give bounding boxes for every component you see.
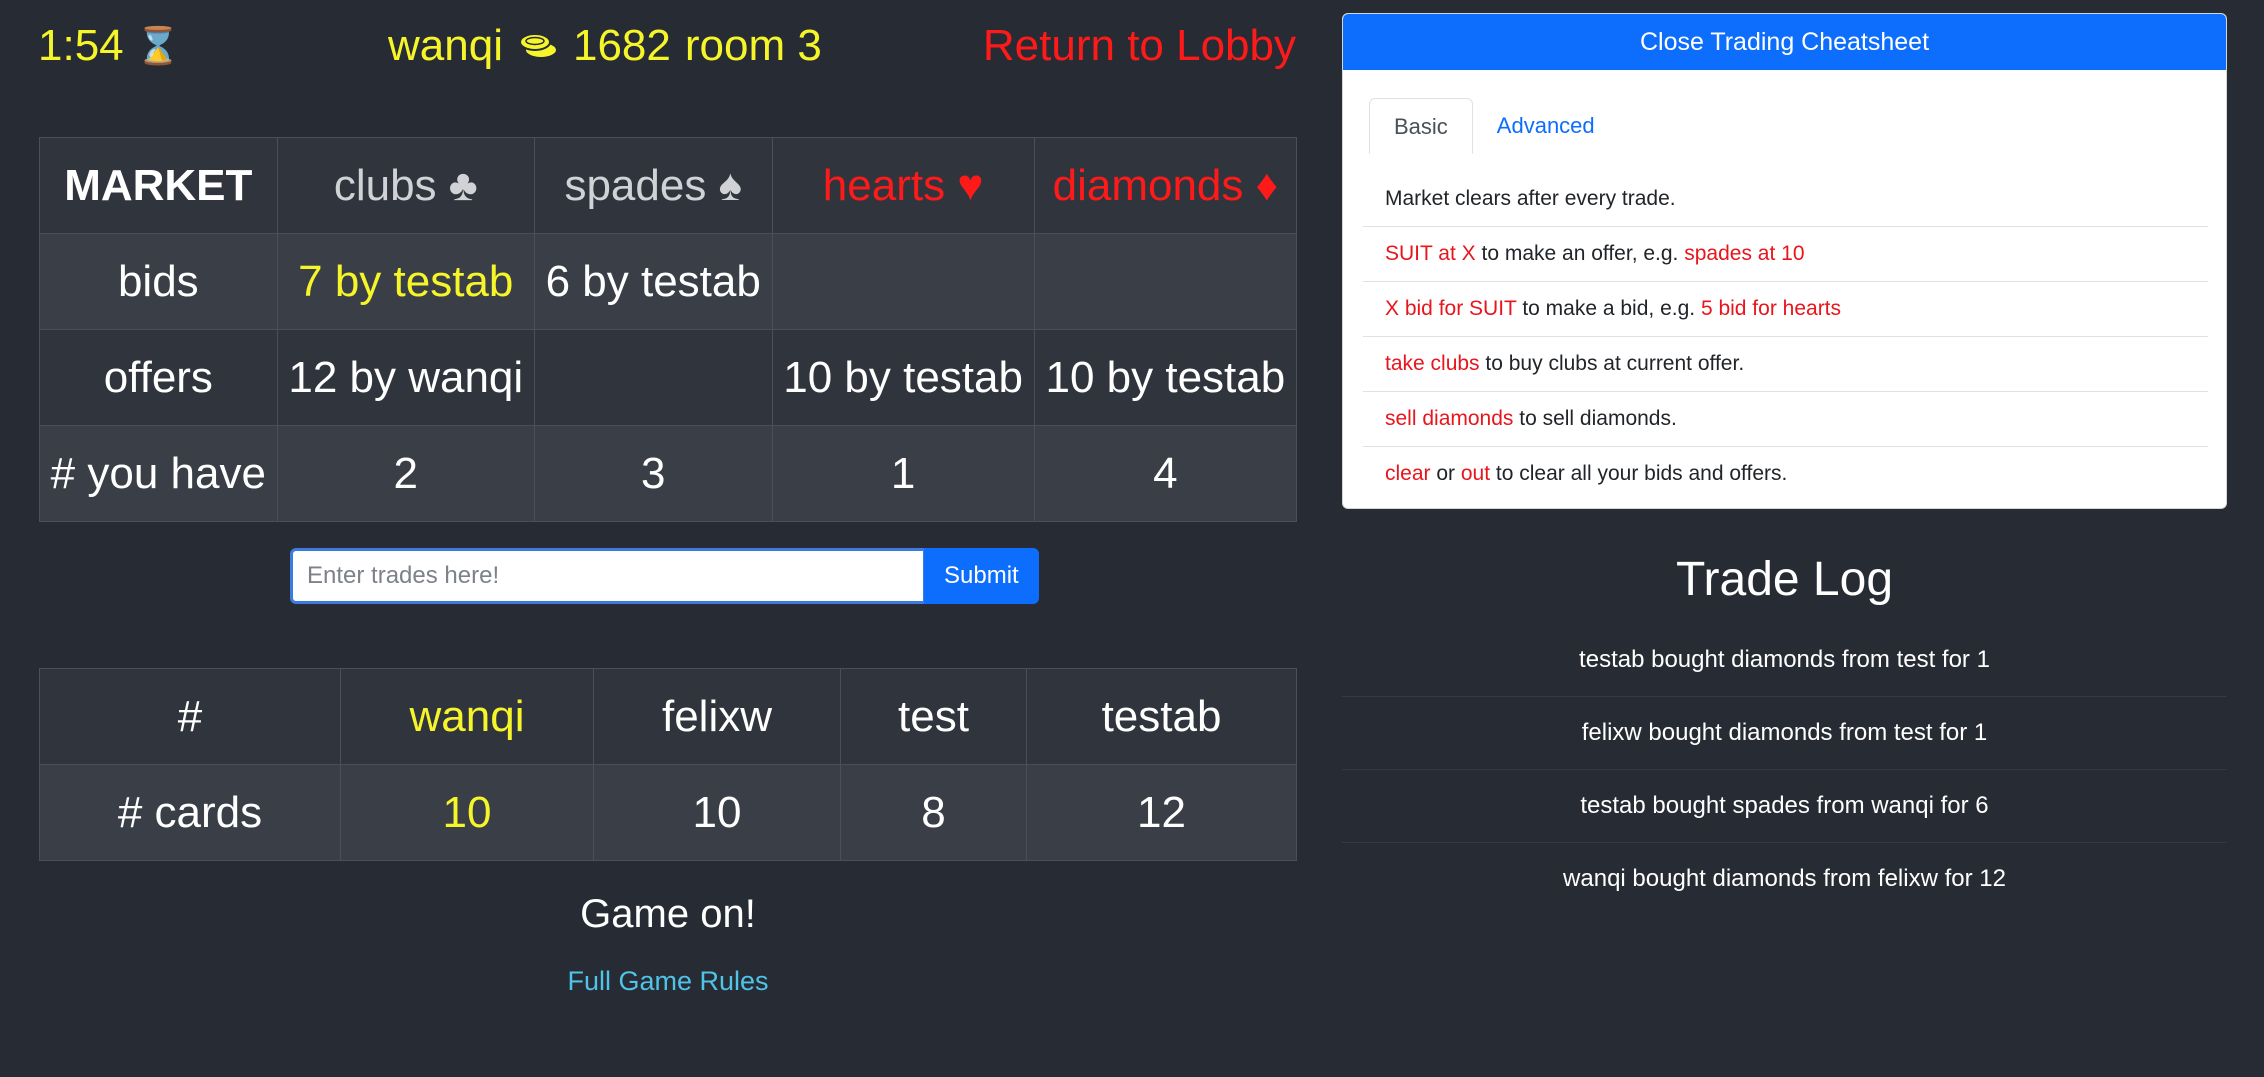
hourglass-icon: ⌛	[135, 25, 181, 66]
cards-row: # cards 10 10 8 12	[39, 764, 1297, 861]
holdings-row: # you have 2 3 1 4	[39, 425, 1298, 522]
trade-log-entry: wanqi bought diamonds from felixw for 12	[1563, 865, 2006, 892]
player-name: testab	[1026, 668, 1297, 765]
row-label: bids	[39, 233, 278, 330]
rule-example: 5 bid for hearts	[1700, 297, 1842, 320]
rule-item: SUIT at X to make an offer, e.g. spades …	[1363, 227, 2208, 282]
cheatsheet-rules: Market clears after every trade. SUIT at…	[1363, 172, 2208, 501]
players-table: # wanqi felixw test testab # cards 10 10…	[39, 668, 1297, 861]
suit-name: clubs	[333, 160, 437, 210]
row-label: offers	[39, 329, 278, 426]
suit-name: hearts	[822, 160, 946, 210]
clubs-icon: ♣	[448, 160, 478, 210]
offer-spades	[533, 329, 773, 426]
have-clubs: 2	[276, 425, 535, 522]
suit-header-clubs: clubs ♣	[276, 137, 535, 234]
suit-header-spades: spades ♠	[533, 137, 773, 234]
rule-keyword: X bid for SUIT	[1385, 297, 1517, 320]
submit-button[interactable]: Submit	[924, 548, 1039, 604]
rule-text: to make a bid, e.g.	[1516, 297, 1701, 320]
rule-item: take clubs to buy clubs at current offer…	[1363, 337, 2208, 392]
market-header-row: MARKET clubs ♣ spades ♠ hearts ♥ diamond…	[39, 137, 1298, 234]
offers-row: offers 12 by wanqi 10 by testab 10 by te…	[39, 329, 1298, 426]
trade-log-title: Trade Log	[1675, 553, 1894, 606]
cheatsheet-tabs: Basic Advanced	[1369, 98, 2206, 154]
market-corner-label: MARKET	[39, 137, 278, 234]
rule-keyword: out	[1460, 462, 1491, 485]
trade-log-entry: testab bought spades from wanqi for 6	[1342, 770, 2227, 843]
diamonds-icon: ♦	[1255, 160, 1279, 210]
timer: 1:54 ⌛	[38, 18, 180, 74]
spades-icon: ♠	[718, 160, 742, 210]
close-cheatsheet-button[interactable]: Close Trading Cheatsheet	[1343, 14, 2226, 70]
bid-clubs: 7 by testab	[276, 233, 535, 330]
have-diamonds: 4	[1033, 425, 1298, 522]
rule-keyword: sell diamonds	[1385, 407, 1514, 430]
trade-log-entry: felixw bought diamonds from test for 1	[1342, 697, 2227, 770]
suit-name: spades	[564, 160, 707, 210]
card-count: 10	[340, 764, 594, 861]
rule-item: clear or out to clear all your bids and …	[1363, 447, 2208, 501]
player-name: test	[840, 668, 1027, 765]
user-info: wanqi 1682 room 3	[388, 18, 822, 74]
room-label: room 3	[684, 21, 822, 70]
game-screen: 1:54 ⌛ wanqi 1682 room 3 Return to Lobby…	[0, 0, 2264, 1077]
players-corner-label: #	[39, 668, 341, 765]
rule-item: Market clears after every trade.	[1363, 172, 2208, 227]
offer-hearts: 10 by testab	[771, 329, 1035, 426]
suit-header-diamonds: diamonds ♦	[1033, 137, 1298, 234]
full-game-rules-link[interactable]: Full Game Rules	[39, 966, 1297, 997]
players-header-row: # wanqi felixw test testab	[39, 668, 1297, 765]
rule-keyword: SUIT at X	[1385, 242, 1476, 265]
bid-diamonds	[1033, 233, 1298, 330]
hearts-icon: ♥	[957, 160, 984, 210]
username: wanqi	[388, 21, 503, 70]
rule-text: to make an offer, e.g.	[1475, 242, 1685, 265]
rule-example: spades at 10	[1684, 242, 1805, 265]
card-count: 8	[840, 764, 1027, 861]
bids-row: bids 7 by testab 6 by testab	[39, 233, 1298, 330]
trade-log-entry: testab bought diamonds from test for 1	[1342, 624, 2227, 697]
have-hearts: 1	[771, 425, 1035, 522]
tab-basic[interactable]: Basic	[1369, 98, 1473, 154]
game-status: Game on!	[580, 892, 756, 936]
rule-item: X bid for SUIT to make a bid, e.g. 5 bid…	[1363, 282, 2208, 337]
bid-hearts	[771, 233, 1035, 330]
rule-text: to sell diamonds.	[1513, 407, 1677, 430]
rule-keyword: clear	[1385, 462, 1431, 485]
trade-form: Submit	[290, 548, 1039, 604]
row-label: # you have	[39, 425, 278, 522]
offer-clubs: 12 by wanqi	[276, 329, 535, 426]
trading-cheatsheet: Close Trading Cheatsheet Basic Advanced …	[1342, 13, 2227, 509]
rule-item: sell diamonds to sell diamonds.	[1363, 392, 2208, 447]
coin-count: 1682	[572, 21, 671, 70]
market-table: MARKET clubs ♣ spades ♠ hearts ♥ diamond…	[39, 137, 1298, 522]
rule-text: to buy clubs at current offer.	[1479, 352, 1745, 375]
rule-text: or	[1430, 462, 1461, 485]
return-to-lobby-link[interactable]: Return to Lobby	[983, 18, 1296, 74]
suit-header-hearts: hearts ♥	[771, 137, 1035, 234]
player-name: wanqi	[340, 668, 594, 765]
rule-text: Market clears after every trade.	[1385, 187, 1676, 210]
tab-advanced[interactable]: Advanced	[1473, 98, 1619, 154]
rule-text: to clear all your bids and offers.	[1490, 462, 1788, 485]
coins-icon	[517, 18, 559, 74]
bid-spades: 6 by testab	[533, 233, 773, 330]
suit-name: diamonds	[1052, 160, 1244, 210]
trade-log-list: testab bought diamonds from test for 1 f…	[1342, 624, 2227, 915]
trade-input[interactable]	[290, 548, 926, 604]
row-label: # cards	[39, 764, 341, 861]
have-spades: 3	[533, 425, 773, 522]
timer-value: 1:54	[38, 21, 124, 70]
card-count: 12	[1026, 764, 1297, 861]
card-count: 10	[593, 764, 841, 861]
player-name: felixw	[593, 668, 841, 765]
offer-diamonds: 10 by testab	[1033, 329, 1298, 426]
rule-keyword: take clubs	[1385, 352, 1480, 375]
